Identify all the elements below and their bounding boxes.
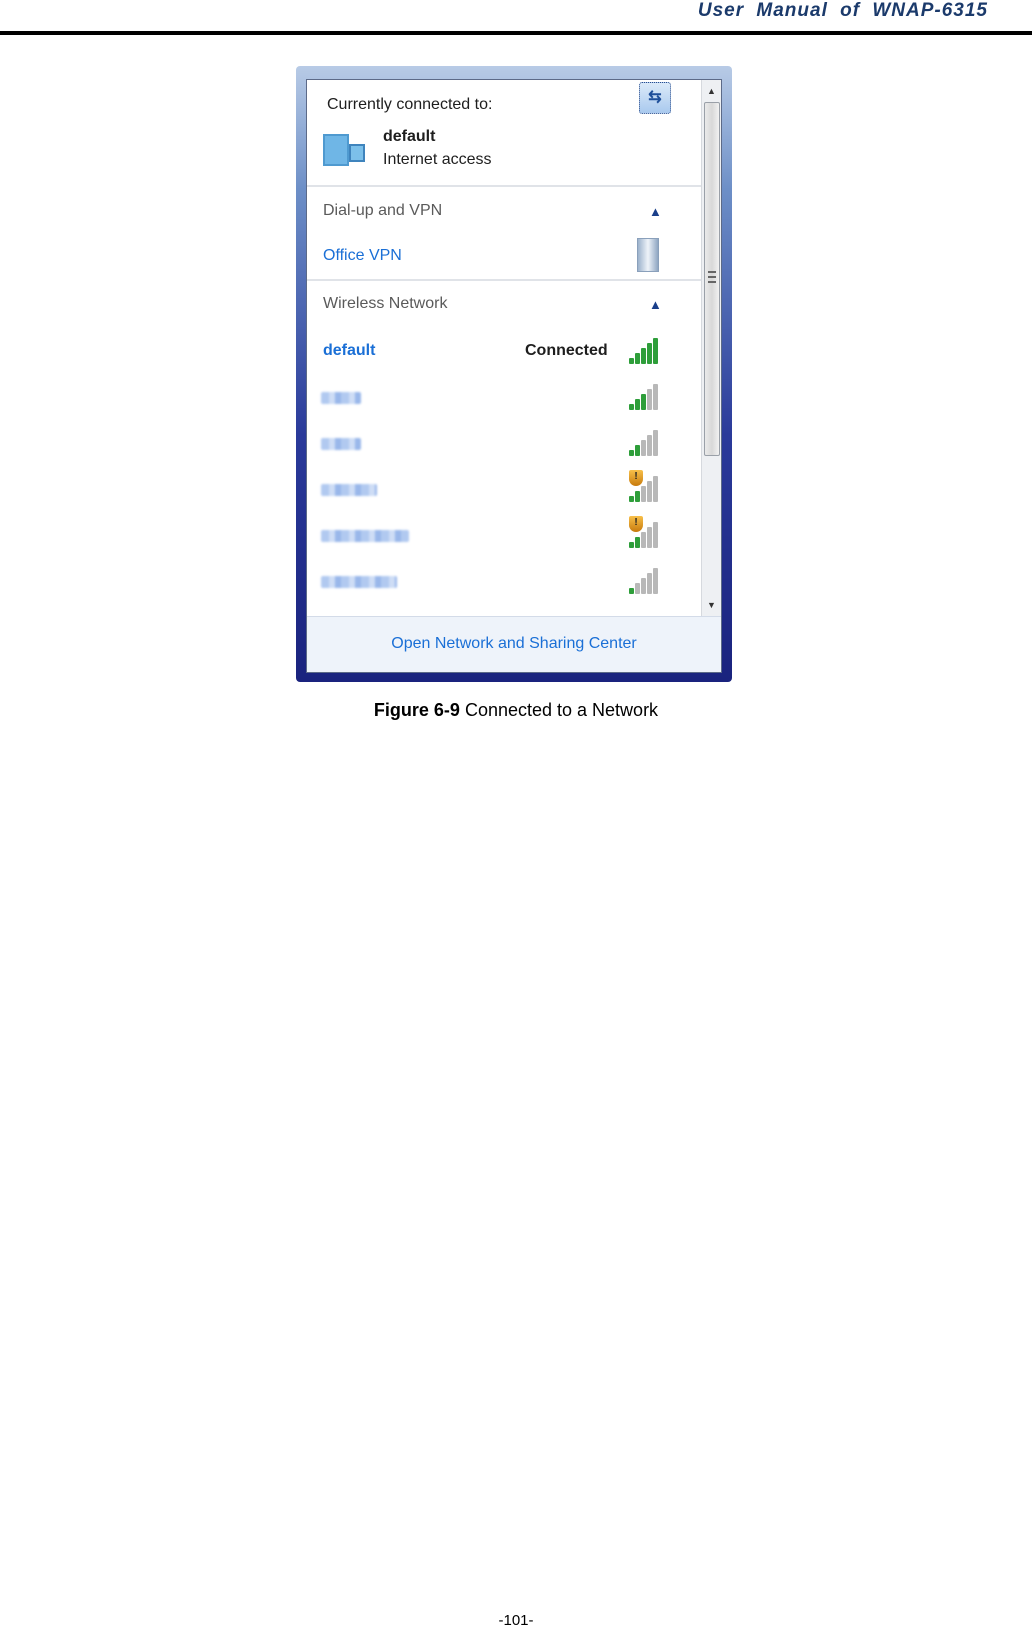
signal-bar	[647, 435, 652, 456]
network-flyout: Currently connected to: ⇆ default Intern…	[296, 66, 732, 682]
wireless-network-item[interactable]: !	[307, 514, 703, 558]
signal-bar	[629, 358, 634, 364]
wireless-network-name-redacted	[321, 438, 361, 450]
signal-bar	[629, 450, 634, 456]
flyout-footer: Open Network and Sharing Center	[307, 616, 721, 672]
wireless-network-name-redacted	[321, 576, 397, 588]
page-number: -101-	[498, 1612, 534, 1629]
signal-bar	[635, 583, 640, 594]
connection-status: Connected	[525, 342, 608, 359]
signal-bar	[647, 343, 652, 364]
signal-strength-icon	[629, 382, 665, 410]
scrollbar-thumb[interactable]	[704, 102, 720, 456]
signal-bar	[629, 588, 634, 594]
scrollbar[interactable]: ▲ ▼	[701, 80, 721, 616]
signal-bar	[635, 445, 640, 456]
signal-strength-icon	[629, 566, 665, 594]
figure-text: Connected to a Network	[459, 700, 659, 720]
signal-bar	[629, 404, 634, 410]
signal-bar	[647, 389, 652, 410]
signal-bar	[647, 573, 652, 594]
signal-bar	[653, 522, 658, 548]
signal-bar	[641, 348, 646, 364]
signal-bar	[641, 394, 646, 410]
security-warning-shield-icon: !	[629, 516, 643, 532]
signal-bar	[635, 399, 640, 410]
refresh-arrows-icon: ⇆	[648, 89, 662, 106]
signal-bar	[653, 338, 658, 364]
signal-bar	[653, 476, 658, 502]
header-rule	[0, 31, 1032, 35]
currently-connected-label: Currently connected to:	[327, 96, 493, 113]
wireless-network-name: default	[323, 342, 376, 359]
document-header-title: User Manual of WNAP-6315	[697, 0, 988, 21]
network-building-icon	[323, 134, 365, 166]
network-list: Currently connected to: ⇆ default Intern…	[307, 80, 703, 616]
signal-bar	[629, 496, 634, 502]
scroll-down-arrow-icon[interactable]: ▼	[702, 596, 721, 614]
signal-bar	[635, 537, 640, 548]
chevron-up-icon[interactable]: ▲	[649, 297, 662, 312]
signal-strength-icon	[629, 428, 665, 456]
signal-bar	[647, 527, 652, 548]
wireless-network-item[interactable]	[307, 560, 703, 604]
wireless-network-item[interactable]: default Connected	[307, 330, 703, 374]
wireless-network-item[interactable]	[307, 422, 703, 466]
divider	[307, 279, 703, 281]
current-network-name: default	[383, 128, 436, 145]
signal-bar	[641, 486, 646, 502]
wireless-network-name-redacted	[321, 530, 409, 542]
section-title-wireless: Wireless Network	[323, 295, 448, 312]
chevron-up-icon[interactable]: ▲	[649, 204, 662, 219]
signal-bar	[653, 430, 658, 456]
signal-bar	[629, 542, 634, 548]
signal-bar	[635, 353, 640, 364]
signal-bar	[641, 532, 646, 548]
wireless-network-item[interactable]	[307, 376, 703, 420]
wireless-network-name-redacted	[321, 392, 361, 404]
signal-bar	[641, 440, 646, 456]
open-network-sharing-center-link[interactable]: Open Network and Sharing Center	[307, 635, 721, 653]
signal-strength-icon	[629, 336, 665, 364]
signal-bar	[635, 491, 640, 502]
wireless-network-item[interactable]: !	[307, 468, 703, 512]
vpn-server-icon	[637, 238, 659, 272]
network-flyout-frame: Currently connected to: ⇆ default Intern…	[306, 79, 722, 673]
signal-bar	[653, 568, 658, 594]
security-warning-shield-icon: !	[629, 470, 643, 486]
signal-bar	[641, 578, 646, 594]
section-title-dialup-vpn: Dial-up and VPN	[323, 202, 443, 219]
vpn-item-office-vpn[interactable]: Office VPN	[323, 247, 402, 265]
divider	[307, 185, 703, 187]
grip-icon	[708, 271, 716, 283]
signal-bar	[647, 481, 652, 502]
figure-caption: Figure 6-9 Connected to a Network	[0, 700, 1032, 721]
signal-bar	[653, 384, 658, 410]
figure-label: Figure 6-9	[373, 700, 460, 720]
current-network-status: Internet access	[383, 151, 492, 168]
scroll-up-arrow-icon[interactable]: ▲	[702, 82, 721, 100]
wireless-network-name-redacted	[321, 484, 377, 496]
refresh-button[interactable]: ⇆	[639, 82, 671, 114]
